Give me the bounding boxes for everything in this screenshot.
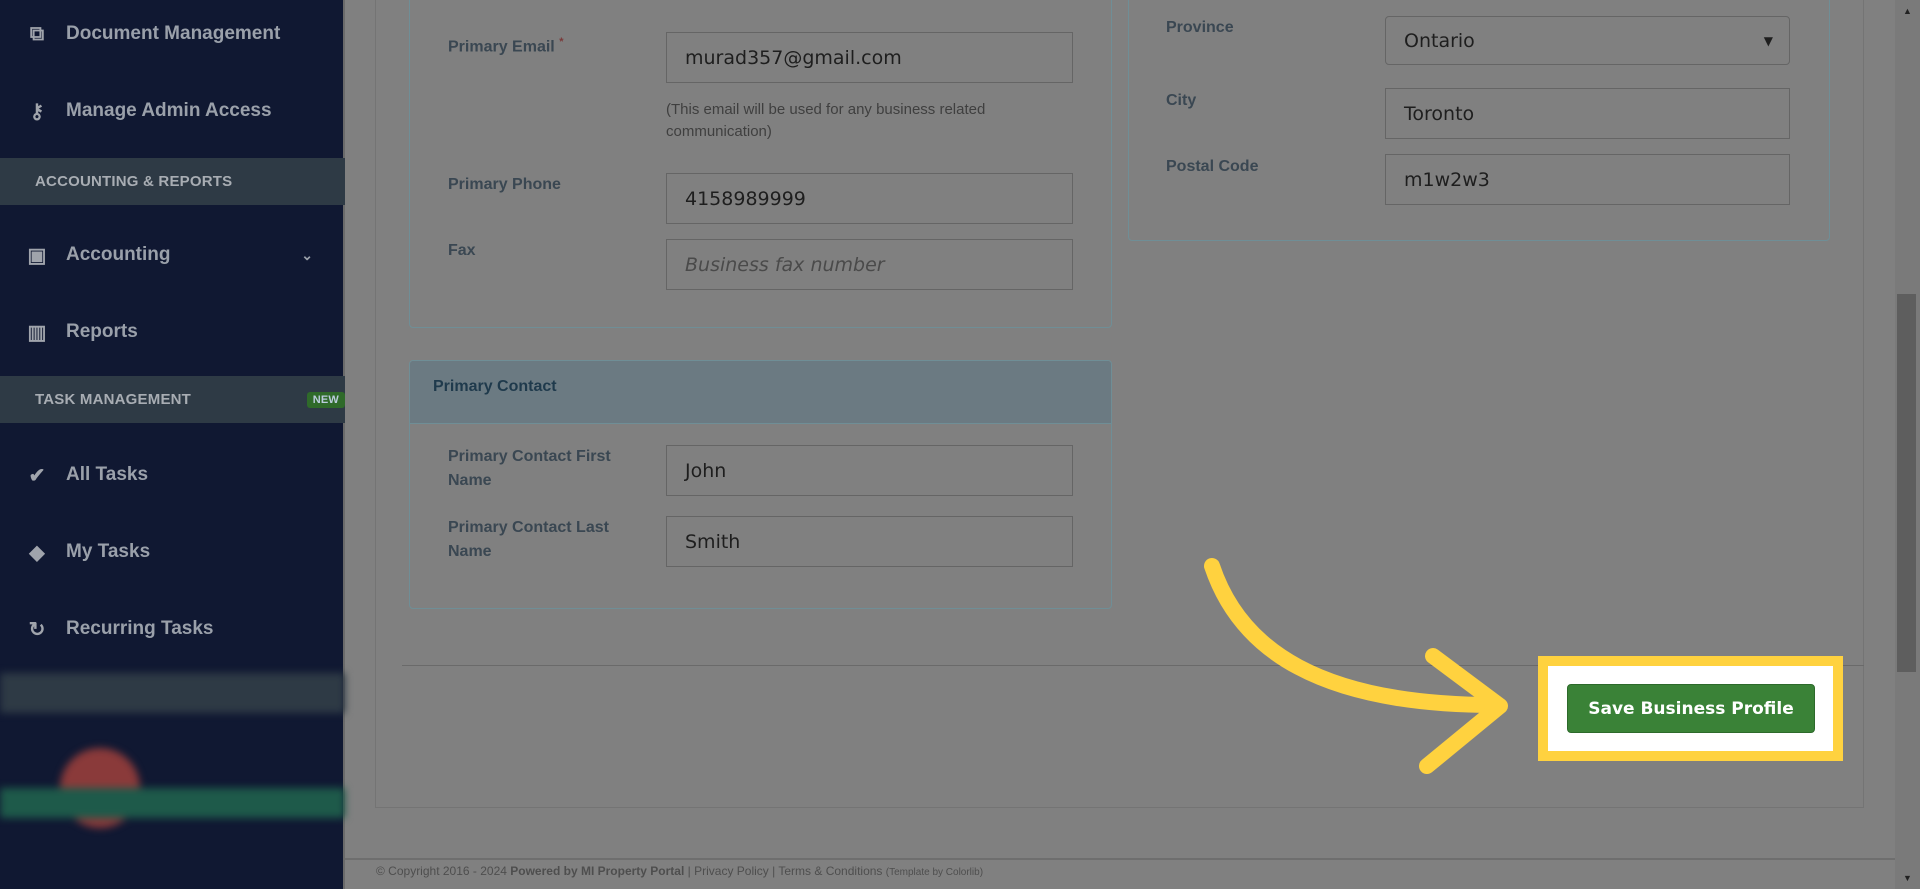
terms-link[interactable]: Terms & Conditions xyxy=(778,864,882,878)
arrow-curve-icon xyxy=(1204,558,1503,713)
footer-divider xyxy=(345,858,1895,860)
scrollbar[interactable]: ▲ ▼ xyxy=(1895,0,1920,889)
arrow-annotation xyxy=(1204,558,1508,774)
template-credit: (Template by Colorlib) xyxy=(885,867,984,878)
scroll-down-icon[interactable]: ▼ xyxy=(1903,873,1912,883)
scroll-up-icon[interactable]: ▲ xyxy=(1903,6,1912,16)
powered-by: Powered by MI Property Portal xyxy=(510,864,685,878)
scroll-thumb[interactable] xyxy=(1897,294,1916,672)
footer: © Copyright 2016 - 2024 Powered by MI Pr… xyxy=(376,864,984,878)
copyright: © Copyright 2016 - 2024 xyxy=(376,864,507,878)
privacy-policy-link[interactable]: Privacy Policy xyxy=(694,864,769,878)
